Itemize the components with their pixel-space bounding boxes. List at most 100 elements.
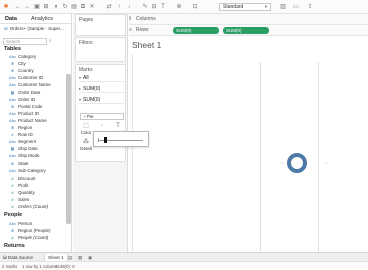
label-icon[interactable]: T xyxy=(160,3,166,11)
clear-icon[interactable]: ✕ xyxy=(89,3,95,11)
highlight-icon[interactable]: ✎ xyxy=(142,3,148,11)
presentation-icon[interactable]: ▭ xyxy=(293,3,299,11)
field-label: City xyxy=(18,61,26,67)
people-table-header[interactable]: People xyxy=(4,212,22,218)
field-item[interactable]: Abc Customer ID xyxy=(9,74,43,81)
field-item[interactable]: # Discount xyxy=(9,175,36,182)
marks-sum-2[interactable]: ▾ SUM(0) xyxy=(79,95,124,104)
plot-border xyxy=(132,54,133,259)
field-item[interactable]: # People (Count) xyxy=(9,234,48,241)
new-datasource-icon[interactable]: ⊞ xyxy=(43,3,49,11)
field-label: Region xyxy=(18,125,33,130)
filters-card[interactable]: Filters xyxy=(75,37,126,62)
returns-table-header[interactable]: Returns xyxy=(4,243,25,249)
field-label: Profit xyxy=(18,182,29,188)
field-item[interactable]: Abc Person xyxy=(9,220,32,227)
field-item[interactable]: ⊕ Region xyxy=(9,124,32,131)
new-sheet-icon[interactable]: ▤ xyxy=(68,254,72,261)
search-icon[interactable]: ⌕ xyxy=(49,38,52,44)
status-bar: 2 marks 1 row by 1 column SUM(0): 0 xyxy=(0,261,368,270)
group-icon[interactable]: ⊟ xyxy=(151,3,157,11)
field-item[interactable]: Abc Ship Mode xyxy=(9,152,39,159)
number-icon: # xyxy=(11,182,14,188)
field-label: Quantity xyxy=(18,189,35,195)
pages-card[interactable]: Pages xyxy=(75,14,126,36)
columns-shelf[interactable]: ⫴ Columns xyxy=(129,14,368,25)
duplicate-icon[interactable]: ⧉ xyxy=(80,3,86,11)
refresh-icon[interactable]: ↻ xyxy=(62,3,68,11)
calendar-icon: ▦ xyxy=(10,146,15,152)
sheet-title[interactable]: Sheet 1 xyxy=(132,40,161,50)
marks-sum-1[interactable]: ▸ SUM(0) xyxy=(79,84,124,93)
text-icon: Abc xyxy=(9,82,16,88)
pages-title: Pages xyxy=(79,17,94,23)
field-item[interactable]: ▦ Order Date xyxy=(9,89,41,96)
forward-icon[interactable]: → xyxy=(24,3,30,11)
field-label: Discount xyxy=(18,175,36,181)
size-slider-knob[interactable] xyxy=(104,137,107,143)
field-item[interactable]: ⊕ Postal Code xyxy=(9,103,43,110)
size-slider-popup xyxy=(93,131,149,147)
marks-all[interactable]: ▾ All xyxy=(79,73,124,82)
color-button[interactable]: ⬚ Color xyxy=(79,123,93,137)
field-label: Customer ID xyxy=(18,75,44,81)
fit-icon[interactable]: ⊡ xyxy=(192,3,198,11)
field-item[interactable]: # Row ID xyxy=(9,131,32,138)
columns-icon: ⫴ xyxy=(129,16,132,22)
mark-type-select[interactable]: ◔ Pie xyxy=(80,113,124,120)
sort-desc-icon[interactable]: ↓ xyxy=(126,3,132,11)
search-input[interactable]: Search xyxy=(3,38,47,45)
field-item[interactable]: Abc Segment xyxy=(9,138,36,145)
rows-pill-sum-1[interactable]: SUM(0) xyxy=(173,27,219,34)
field-item[interactable]: ⊕ City xyxy=(9,60,26,67)
marks-all-label: All xyxy=(83,75,89,81)
field-item[interactable]: # Profit xyxy=(9,182,29,189)
expand-icon: ▸ xyxy=(79,86,82,91)
color-icon: ⬚ xyxy=(83,123,89,129)
field-item[interactable]: ⊕ Region (People) xyxy=(9,227,51,234)
pie-mark[interactable] xyxy=(287,153,307,173)
field-item[interactable]: ⊕ State xyxy=(9,160,29,167)
pause-icon[interactable]: ⏸ xyxy=(53,3,59,11)
sort-asc-icon[interactable]: ↑ xyxy=(116,3,122,11)
new-story-icon[interactable]: ▣ xyxy=(88,254,92,261)
tab-data-source[interactable]: ⛁ Data Source xyxy=(3,254,33,261)
field-item[interactable]: Abc Order ID xyxy=(9,96,35,103)
field-label: Region (People) xyxy=(18,227,51,233)
fix-axes-icon[interactable]: ⊕ xyxy=(176,3,182,11)
datasource-item[interactable]: ⛁ Orders+ (Sample - Super... xyxy=(4,26,64,32)
swap-icon[interactable]: ⇄ xyxy=(106,3,112,11)
tab-data[interactable]: Data xyxy=(5,16,17,22)
resize-handle-left[interactable]: ⇔ xyxy=(280,160,284,165)
fit-select[interactable]: Standard ▼ xyxy=(219,3,271,11)
field-item[interactable]: # Orders (Count) xyxy=(9,203,48,210)
tab-sheet-1[interactable]: Sheet 1 xyxy=(44,254,68,261)
detail-button[interactable]: ⁂ Detail xyxy=(79,139,93,153)
rows-pill-sum-2[interactable]: SUM(0) xyxy=(223,27,269,34)
tab-analytics[interactable]: Analytics xyxy=(31,16,53,22)
field-item[interactable]: # Sales xyxy=(9,196,29,203)
save-icon[interactable]: ▣ xyxy=(34,3,40,11)
rows-shelf[interactable]: ≡ Rows SUM(0) SUM(0) xyxy=(129,25,368,36)
tableau-logo-icon[interactable]: ✱ xyxy=(3,3,9,11)
back-icon[interactable]: ← xyxy=(15,3,21,11)
field-item[interactable]: Abc Category xyxy=(9,53,36,60)
share-icon[interactable]: ⇪ xyxy=(307,3,313,11)
field-item[interactable]: ⊕ Country xyxy=(9,67,34,74)
field-item[interactable]: Abc Customer Name xyxy=(9,81,51,88)
field-item[interactable]: ▦ Ship Date xyxy=(9,145,38,152)
number-icon: # xyxy=(11,204,14,210)
field-label: Sub-Category xyxy=(18,167,46,173)
scrollbar-thumb[interactable] xyxy=(66,74,71,224)
field-item[interactable]: Abc Product Name xyxy=(9,117,47,124)
field-label: Postal Code xyxy=(18,103,43,109)
field-item[interactable]: Abc Product ID xyxy=(9,110,39,117)
resize-handle-right[interactable]: ⇔ xyxy=(324,160,328,165)
show-cards-icon[interactable]: ▥ xyxy=(280,3,286,11)
field-item[interactable]: Abc Sub-Category xyxy=(9,167,46,174)
text-icon: Abc xyxy=(9,153,16,159)
field-item[interactable]: # Quantity xyxy=(9,189,35,196)
field-label: Order ID xyxy=(18,96,36,102)
new-dashboard-icon[interactable]: ▦ xyxy=(78,254,82,261)
new-sheet-icon[interactable]: ▤ xyxy=(71,3,77,11)
